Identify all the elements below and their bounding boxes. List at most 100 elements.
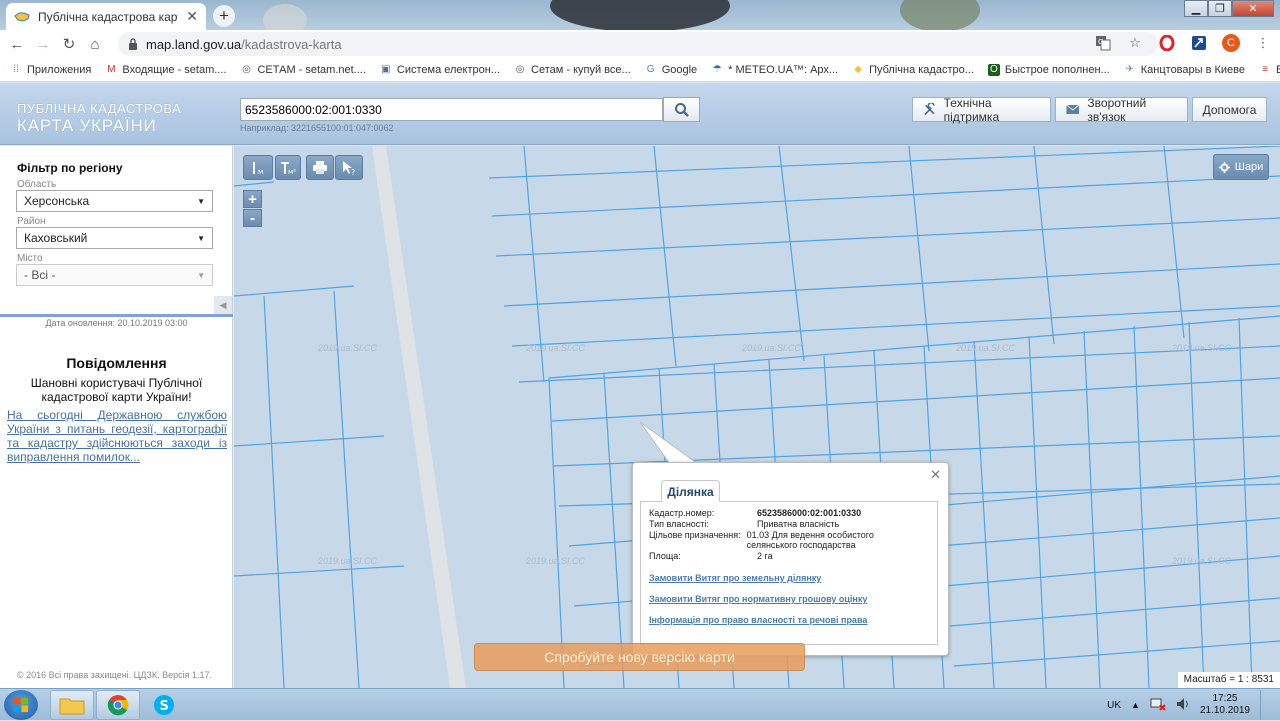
show-desktop-button[interactable] [1260, 690, 1272, 720]
print-button[interactable] [306, 155, 334, 180]
home-icon[interactable]: ⌂ [82, 36, 108, 53]
bookmark-item[interactable]: G Google [645, 64, 697, 76]
minimize-button[interactable]: ▁ [1184, 0, 1208, 17]
bookmark-item[interactable]: ◎ Сетам - купуй все... [514, 64, 631, 76]
google-icon: G [646, 64, 655, 75]
site-header: ПУБЛІЧНА КАДАСТРОВА КАРТА УКРАЇНИ Наприк… [0, 83, 1280, 145]
ownership-info-link[interactable]: Інформація про право власності та речові… [649, 615, 867, 625]
update-date: Дата оновлення: 20.10.2019 03:00 [45, 318, 188, 328]
try-new-version-button[interactable]: Спробуйте нову версію карти [474, 643, 805, 671]
reload-icon[interactable]: ↻ [56, 35, 82, 53]
info-value: 01.03 Для ведення особистого селянського… [746, 530, 874, 550]
info-key: Кадастр.номер: [649, 508, 715, 518]
bookmark-item[interactable]: ◎ СЕТАМ - setam.net.... [240, 64, 366, 76]
oblast-select[interactable]: Херсонська ▼ [16, 190, 213, 212]
message-greeting: Шановні користувачі Публічної кадастрово… [30, 376, 203, 404]
help-button[interactable]: Допомога [1192, 97, 1267, 122]
bookmark-label: Система електрон... [396, 63, 501, 76]
order-valuation-link[interactable]: Замовити Витяг про нормативну грошову оц… [649, 594, 867, 604]
order-extract-link[interactable]: Замовити Витяг про земельну ділянку [649, 573, 821, 583]
window-controls: ▁ ❐ ✕ [1184, 0, 1274, 17]
cadastral-map[interactable]: 2019.ua.SI.CC 2019.ua.SI.CC 2019.ua.SI.C… [234, 146, 1280, 688]
clock[interactable]: 17:25 21.10.2019 [1200, 693, 1250, 717]
taskbar-explorer[interactable] [50, 690, 94, 720]
measure-area-button[interactable]: м² [275, 155, 301, 180]
tab-parcel[interactable]: Ділянка [661, 480, 720, 502]
bookmark-item[interactable]: ✈ Канцтовары в Киеве [1124, 64, 1245, 76]
feedback-button[interactable]: Зворотний зв'язок [1055, 96, 1188, 124]
toolbar-extensions: G ☆ С ⋮ [1094, 34, 1272, 52]
show-hidden-icons[interactable]: ▲ [1131, 700, 1140, 710]
bookmark-item[interactable]: ▣ Система електрон... [380, 64, 500, 76]
volume-icon[interactable] [1176, 697, 1190, 714]
bookmark-item[interactable]: O Быстрое пополнен... [987, 63, 1110, 76]
clock-time: 17:25 [1212, 693, 1238, 704]
forward-arrow-icon[interactable]: → [30, 36, 56, 53]
new-tab-button[interactable]: + [213, 5, 235, 27]
back-arrow-icon[interactable]: ← [4, 36, 30, 53]
bookmark-item[interactable]: ⁞⁞ Приложения [10, 64, 91, 76]
map-watermark: 2019.ua.SI.CC [1172, 343, 1232, 353]
network-icon[interactable] [1150, 697, 1166, 714]
info-key: Площа: [649, 551, 681, 561]
dropdown-arrow-icon: ▼ [197, 196, 205, 206]
info-row-ownership: Тип власності: Приватна власність [649, 519, 932, 529]
svg-text:S: S [160, 699, 169, 714]
svg-text:м: м [258, 168, 263, 176]
profile-avatar[interactable]: С [1222, 34, 1240, 52]
city-value: - Всі - [24, 268, 56, 282]
city-select[interactable]: - Всі - ▼ [16, 264, 213, 286]
extension-icon[interactable] [1190, 34, 1208, 52]
windows-taskbar: S UK ▲ 17:25 21.10.2019 [0, 688, 1280, 720]
info-row-purpose: Цільове призначення: 01.03 Для ведення о… [649, 530, 922, 550]
menu-kebab-icon[interactable]: ⋮ [1254, 34, 1272, 52]
svg-text:м²: м² [288, 168, 296, 176]
window-close-button[interactable]: ✕ [1232, 0, 1274, 17]
zoom-out-button[interactable]: - [243, 209, 262, 227]
layers-button[interactable]: Шари [1213, 154, 1269, 180]
info-value: Приватна власність [757, 519, 840, 529]
collapse-panel-button[interactable]: ◀ [214, 296, 232, 314]
layers-label: Шари [1234, 161, 1264, 173]
language-indicator[interactable]: UK [1107, 700, 1121, 711]
tab-title: Публічна кадастрова карта Укр [38, 9, 178, 24]
map-watermark: 2019.ua.SI.CC [742, 343, 802, 353]
measure-distance-button[interactable]: м [243, 155, 273, 180]
browser-tab-active[interactable]: Публічна кадастрова карта Укр ✕ [6, 3, 206, 30]
clock-date: 21.10.2019 [1199, 705, 1250, 716]
address-bar[interactable]: map.land.gov.ua/kadastrova-karta [118, 32, 1158, 56]
bookmark-label: Входящие - setam.... [122, 63, 227, 76]
restore-button[interactable]: ❐ [1208, 0, 1232, 17]
close-icon[interactable]: ✕ [930, 467, 941, 483]
bookmark-item[interactable]: ◆ Публічна кадастро... [852, 64, 974, 76]
tech-support-label: Технічна підтримка [943, 95, 1000, 124]
close-icon[interactable]: ✕ [186, 8, 198, 25]
bookmark-item[interactable]: ☂ * METEO.UA™: Арх... [711, 64, 838, 76]
cadastral-search-input[interactable] [240, 98, 663, 121]
start-button[interactable] [4, 690, 38, 720]
printer-icon [313, 161, 327, 174]
bookmark-item[interactable]: ≡ ВМ [1259, 64, 1280, 76]
chrome-icon [107, 695, 129, 716]
logo-title-top: ПУБЛІЧНА КАДАСТРОВА [17, 101, 182, 116]
windows-logo-icon [14, 698, 28, 712]
bookmark-star-icon[interactable]: ☆ [1126, 34, 1144, 52]
translate-icon[interactable]: G [1094, 34, 1112, 52]
folder-icon [59, 698, 85, 715]
ruler-icon: м [253, 161, 263, 176]
rayon-label: Район [17, 216, 46, 227]
zoom-in-button[interactable]: + [243, 190, 262, 208]
identify-button[interactable]: ? [335, 155, 363, 180]
map-watermark: 2019.ua.SI.CC [956, 343, 1016, 353]
tech-support-button[interactable]: Технічна підтримка [912, 95, 1051, 124]
search-button[interactable] [663, 97, 700, 122]
opera-icon[interactable] [1158, 34, 1176, 52]
taskbar-chrome[interactable] [96, 690, 140, 720]
map-scale: Масштаб = 1 : 8531 [1177, 672, 1280, 688]
rayon-select[interactable]: Каховський ▼ [16, 227, 213, 249]
taskbar-skype[interactable]: S [142, 690, 186, 720]
message-link[interactable]: На сьогодні Державною службою України з … [7, 408, 227, 464]
bookmark-label: ВМ [1276, 63, 1280, 76]
tools-icon [924, 102, 935, 115]
bookmark-item[interactable]: M Входящие - setam.... [105, 64, 226, 76]
